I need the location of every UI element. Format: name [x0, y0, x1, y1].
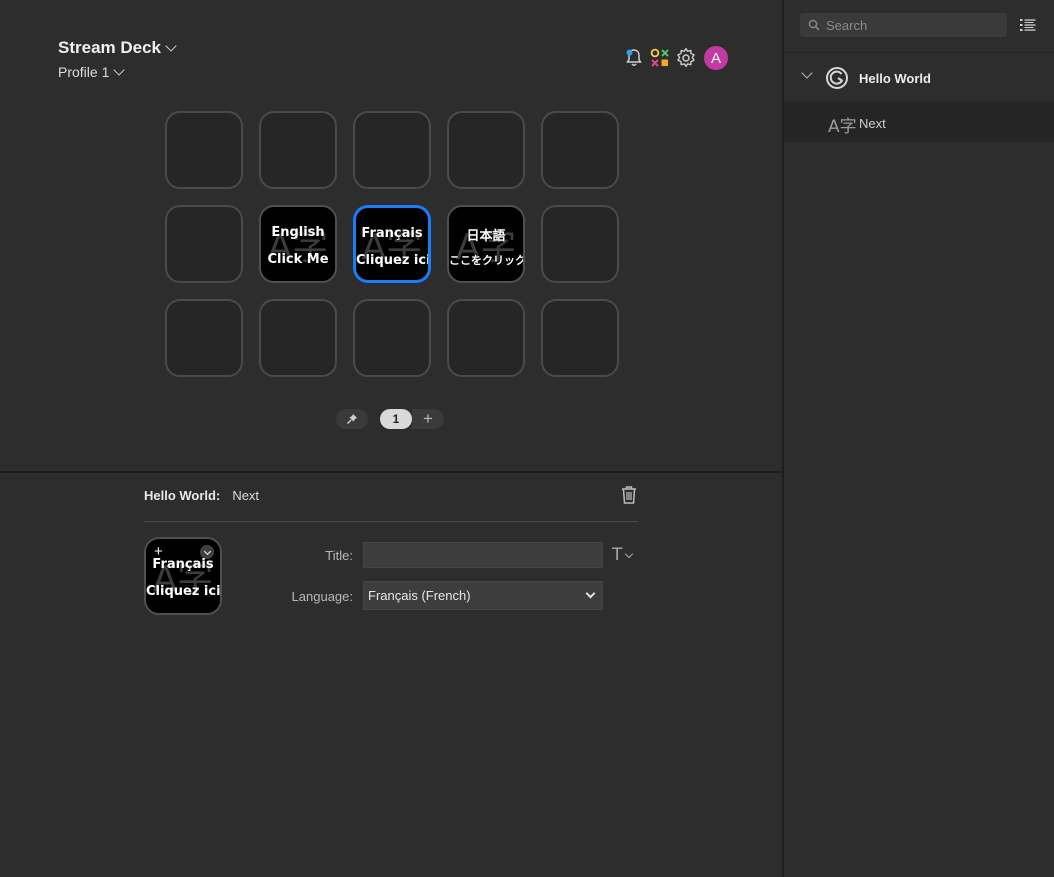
account-avatar[interactable]: A — [704, 46, 728, 70]
main-area: Stream Deck Profile 1 A A字 English Click… — [0, 0, 782, 877]
key-title-line2: Cliquez ici — [356, 253, 431, 268]
key-slot-empty[interactable] — [165, 299, 243, 377]
plugin-name: Hello World: — [144, 488, 221, 503]
key-slot-empty[interactable] — [353, 299, 431, 377]
key-slot-empty[interactable] — [165, 111, 243, 189]
plus-icon: + — [423, 409, 433, 428]
pin-button[interactable] — [336, 409, 368, 429]
actions-sidebar: Hello World A字 Next — [784, 0, 1054, 877]
profile-name: Profile 1 — [58, 64, 110, 80]
chevron-down-icon — [801, 67, 813, 79]
action-next[interactable]: A字 Next — [784, 103, 1054, 141]
translate-icon: A字 — [267, 227, 329, 268]
language-selected-value: Français (French) — [368, 588, 471, 603]
inspector-header: Hello World: Next — [144, 488, 259, 503]
translate-icon: A字 — [455, 227, 517, 268]
search-input[interactable] — [826, 17, 996, 33]
key-french-selected[interactable]: A字 Français Cliquez ici — [353, 205, 431, 283]
delete-button[interactable] — [620, 485, 638, 505]
gear-icon[interactable] — [676, 46, 696, 70]
page-navigator: 1 + — [336, 409, 444, 429]
device-canvas: Stream Deck Profile 1 A A字 English Click… — [0, 0, 782, 471]
key-slot-empty[interactable] — [541, 299, 619, 377]
key-english[interactable]: A字 English Click Me — [259, 205, 337, 283]
avatar-letter: A — [710, 49, 721, 67]
category-name: Hello World — [859, 71, 931, 86]
add-page-button[interactable]: + — [412, 409, 444, 429]
category-hello-world[interactable]: Hello World — [784, 58, 1054, 98]
title-input[interactable] — [363, 542, 603, 568]
text-format-icon: T — [612, 545, 623, 565]
chevron-down-icon — [625, 549, 634, 558]
title-label: Title: — [325, 548, 353, 563]
notification-bell-icon[interactable] — [624, 46, 644, 70]
action-label: Next — [859, 116, 886, 131]
key-title-line1: English — [271, 225, 325, 240]
key-preview[interactable]: A字 Français Cliquez ici + — [144, 537, 222, 615]
device-selector[interactable]: Stream Deck — [58, 38, 177, 58]
chevron-down-icon — [113, 64, 126, 76]
sidebar-separator — [784, 101, 1054, 102]
list-icon — [1020, 19, 1036, 31]
key-slot-empty[interactable] — [353, 111, 431, 189]
title-style-button[interactable]: T — [612, 545, 634, 565]
language-label: Language: — [291, 589, 353, 604]
profile-selector[interactable]: Profile 1 — [58, 64, 126, 80]
marketplace-icon[interactable] — [650, 46, 670, 70]
translate-icon: A字 — [361, 227, 423, 268]
key-slot-empty[interactable] — [165, 205, 243, 283]
chevron-down-icon — [585, 588, 596, 599]
key-slot-empty[interactable] — [259, 111, 337, 189]
chevron-down-icon — [165, 40, 177, 52]
chevron-down-icon — [203, 547, 211, 555]
key-japanese[interactable]: A字 日本語 ここをクリック — [447, 205, 525, 283]
key-slot-empty[interactable] — [541, 111, 619, 189]
elgato-logo-icon — [826, 67, 848, 89]
page-1-button[interactable]: 1 — [380, 409, 412, 429]
key-title-line1: 日本語 — [466, 229, 506, 244]
translate-icon: A字 — [828, 117, 857, 137]
trash-icon — [622, 486, 636, 504]
top-toolbar: A — [624, 46, 728, 70]
pin-icon — [346, 414, 357, 425]
key-title-line2: ここをクリック — [449, 254, 525, 267]
key-slot-empty[interactable] — [259, 299, 337, 377]
key-title-line2: Click Me — [267, 252, 329, 267]
key-slot-empty[interactable] — [447, 299, 525, 377]
inspector-divider — [144, 521, 638, 522]
language-select[interactable]: Français (French) — [363, 581, 603, 610]
panel-divider[interactable] — [0, 471, 782, 473]
state-dropdown-button[interactable] — [200, 545, 214, 559]
search-box[interactable] — [800, 13, 1007, 37]
list-view-toggle[interactable] — [1020, 18, 1036, 32]
device-name: Stream Deck — [58, 38, 162, 57]
sidebar-separator — [784, 141, 1054, 142]
action-name: Next — [232, 488, 260, 503]
plus-icon[interactable]: + — [154, 543, 163, 560]
key-grid: A字 English Click Me A字 Français Cliquez … — [165, 111, 619, 377]
sidebar-separator — [784, 52, 1054, 53]
key-slot-empty[interactable] — [541, 205, 619, 283]
key-title-line1: Français — [361, 226, 423, 241]
preview-title-line2: Cliquez ici — [146, 584, 221, 599]
key-slot-empty[interactable] — [447, 111, 525, 189]
search-icon — [808, 19, 820, 31]
